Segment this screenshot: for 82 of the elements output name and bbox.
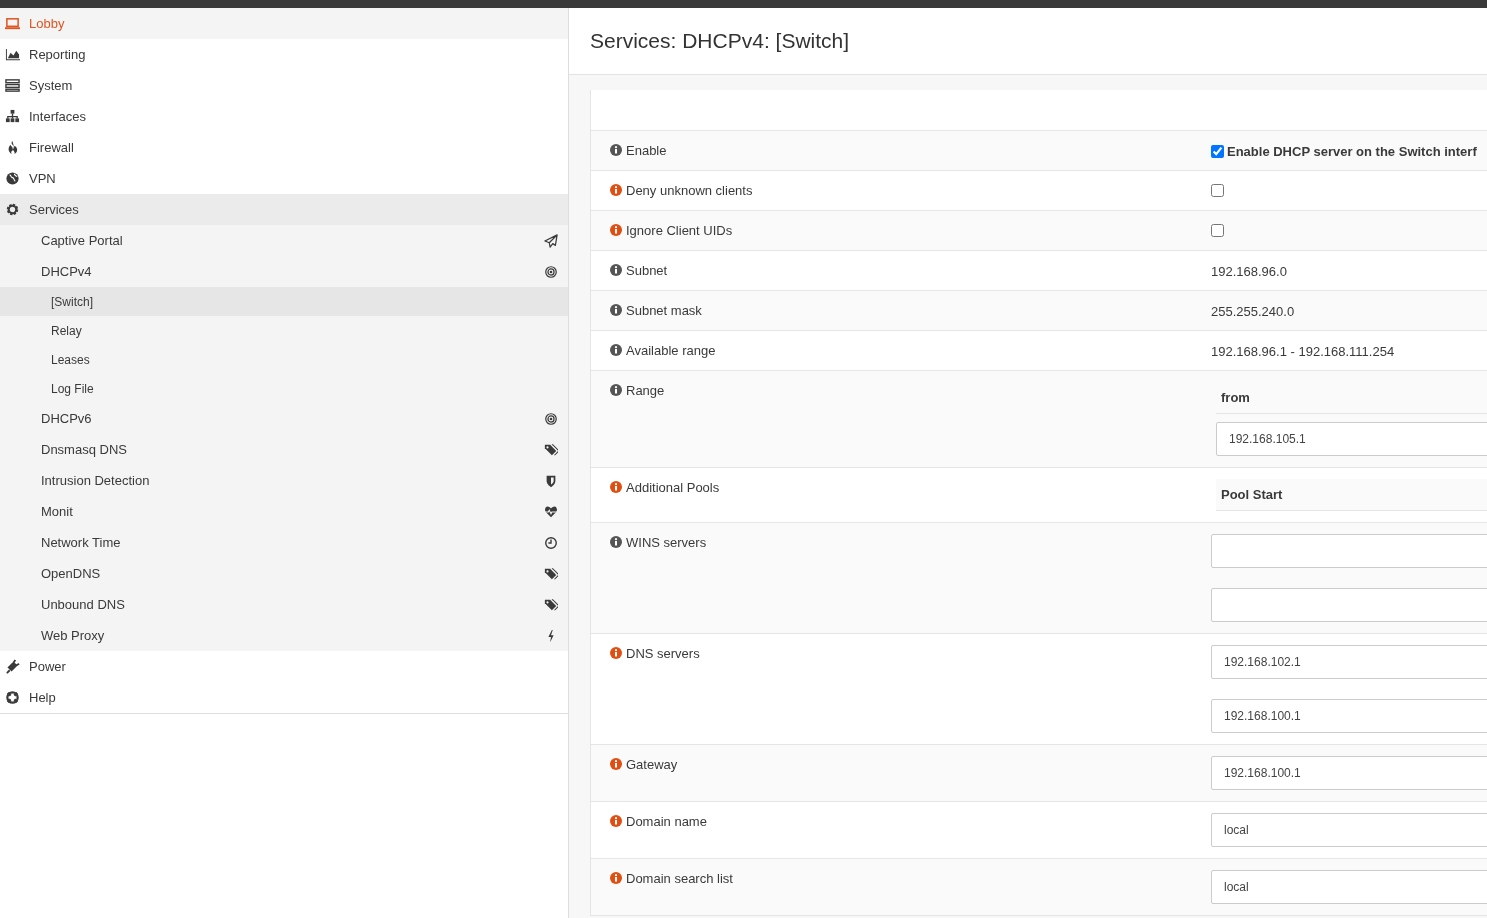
info-icon[interactable] bbox=[610, 481, 622, 493]
info-icon[interactable] bbox=[610, 304, 622, 316]
plug-icon bbox=[5, 659, 20, 674]
input-field[interactable]: local bbox=[1211, 870, 1487, 904]
sidebar-subitem[interactable]: Unbound DNS bbox=[0, 589, 568, 620]
info-icon[interactable] bbox=[610, 344, 622, 356]
target-icon bbox=[544, 264, 558, 279]
sidebar-subitem[interactable]: Log File bbox=[0, 374, 568, 403]
column-header: Pool Start bbox=[1216, 479, 1487, 511]
network-tree-icon bbox=[5, 109, 20, 124]
field-label: Enable bbox=[626, 143, 667, 158]
field-label: Ignore Client UIDs bbox=[626, 223, 733, 238]
input-field[interactable]: local bbox=[1211, 813, 1487, 847]
input-field[interactable] bbox=[1211, 588, 1487, 622]
input-field[interactable]: 192.168.105.1 bbox=[1216, 422, 1487, 456]
checkbox-label: Enable DHCP server on the Switch interf bbox=[1227, 144, 1477, 159]
input-field[interactable] bbox=[1211, 534, 1487, 568]
info-icon[interactable] bbox=[610, 815, 622, 827]
field-label: Deny unknown clients bbox=[626, 183, 753, 198]
sidebar-subitem[interactable]: Captive Portal bbox=[0, 225, 568, 256]
field-label: Domain search list bbox=[626, 871, 733, 886]
target-icon bbox=[544, 411, 558, 426]
info-icon[interactable] bbox=[610, 384, 622, 396]
field-label: Additional Pools bbox=[626, 480, 720, 495]
sidebar-item[interactable]: Help bbox=[0, 682, 568, 713]
sidebar-subitem[interactable]: Relay bbox=[0, 316, 568, 345]
field-value: 255.255.240.0 bbox=[1211, 304, 1296, 319]
info-icon[interactable] bbox=[610, 184, 622, 196]
sidebar-item[interactable]: Firewall bbox=[0, 132, 568, 163]
info-icon[interactable] bbox=[610, 872, 622, 884]
field-label: Gateway bbox=[626, 757, 678, 772]
info-icon[interactable] bbox=[610, 144, 622, 156]
sidebar-subitem[interactable]: DHCPv6 bbox=[0, 403, 568, 434]
sidebar-item[interactable]: Lobby bbox=[0, 8, 568, 39]
sidebar-subitem[interactable]: DHCPv4 bbox=[0, 256, 568, 287]
checkbox[interactable] bbox=[1211, 224, 1224, 237]
sidebar-item[interactable]: Reporting bbox=[0, 39, 568, 70]
input-field[interactable]: 192.168.100.1 bbox=[1211, 699, 1487, 733]
field-value: 192.168.96.0 bbox=[1211, 264, 1288, 279]
sidebar-subitem[interactable]: Monit bbox=[0, 496, 568, 527]
sidebar-subitem[interactable]: Web Proxy bbox=[0, 620, 568, 651]
info-icon[interactable] bbox=[610, 536, 622, 548]
field-label: Domain name bbox=[626, 814, 707, 829]
gear-icon bbox=[5, 202, 20, 217]
checkbox[interactable] bbox=[1211, 184, 1224, 197]
info-icon[interactable] bbox=[610, 264, 622, 276]
server-icon bbox=[5, 78, 20, 93]
field-label: DNS servers bbox=[626, 646, 700, 661]
tags-icon bbox=[544, 597, 558, 612]
paper-plane-icon bbox=[544, 233, 558, 248]
sidebar-item[interactable]: VPN bbox=[0, 163, 568, 194]
field-label: Available range bbox=[626, 343, 716, 358]
sidebar-subitem[interactable]: Intrusion Detection bbox=[0, 465, 568, 496]
sidebar-subitem[interactable]: Dnsmasq DNS bbox=[0, 434, 568, 465]
sidebar-item[interactable]: Services bbox=[0, 194, 568, 225]
laptop-icon bbox=[5, 16, 20, 31]
info-icon[interactable] bbox=[610, 758, 622, 770]
sidebar-item[interactable]: System bbox=[0, 70, 568, 101]
input-field[interactable]: 192.168.102.1 bbox=[1211, 645, 1487, 679]
field-label: Subnet mask bbox=[626, 303, 702, 318]
info-icon[interactable] bbox=[610, 224, 622, 236]
page-title: Services: DHCPv4: [Switch] bbox=[590, 29, 850, 53]
sidebar-subitem[interactable]: OpenDNS bbox=[0, 558, 568, 589]
input-field[interactable]: 192.168.100.1 bbox=[1211, 756, 1487, 790]
sidebar-item[interactable]: Power bbox=[0, 651, 568, 682]
sidebar-item[interactable]: Interfaces bbox=[0, 101, 568, 132]
tags-icon bbox=[544, 566, 558, 581]
info-icon[interactable] bbox=[610, 647, 622, 659]
sidebar-subitem[interactable]: Network Time bbox=[0, 527, 568, 558]
sidebar-subitem[interactable]: [Switch] bbox=[0, 287, 568, 316]
tags-icon bbox=[544, 442, 558, 457]
checkbox[interactable] bbox=[1211, 145, 1224, 158]
area-chart-icon bbox=[5, 47, 20, 62]
field-value: 192.168.96.1 - 192.168.111.254 bbox=[1211, 344, 1396, 359]
sidebar-subitem[interactable]: Leases bbox=[0, 345, 568, 374]
field-label: WINS servers bbox=[626, 535, 707, 550]
field-label: Range bbox=[626, 383, 665, 398]
clock-icon bbox=[544, 535, 558, 550]
shield-icon bbox=[544, 473, 558, 488]
heartbeat-icon bbox=[544, 504, 558, 519]
lifebuoy-icon bbox=[5, 690, 20, 705]
field-label: Subnet bbox=[626, 263, 668, 278]
